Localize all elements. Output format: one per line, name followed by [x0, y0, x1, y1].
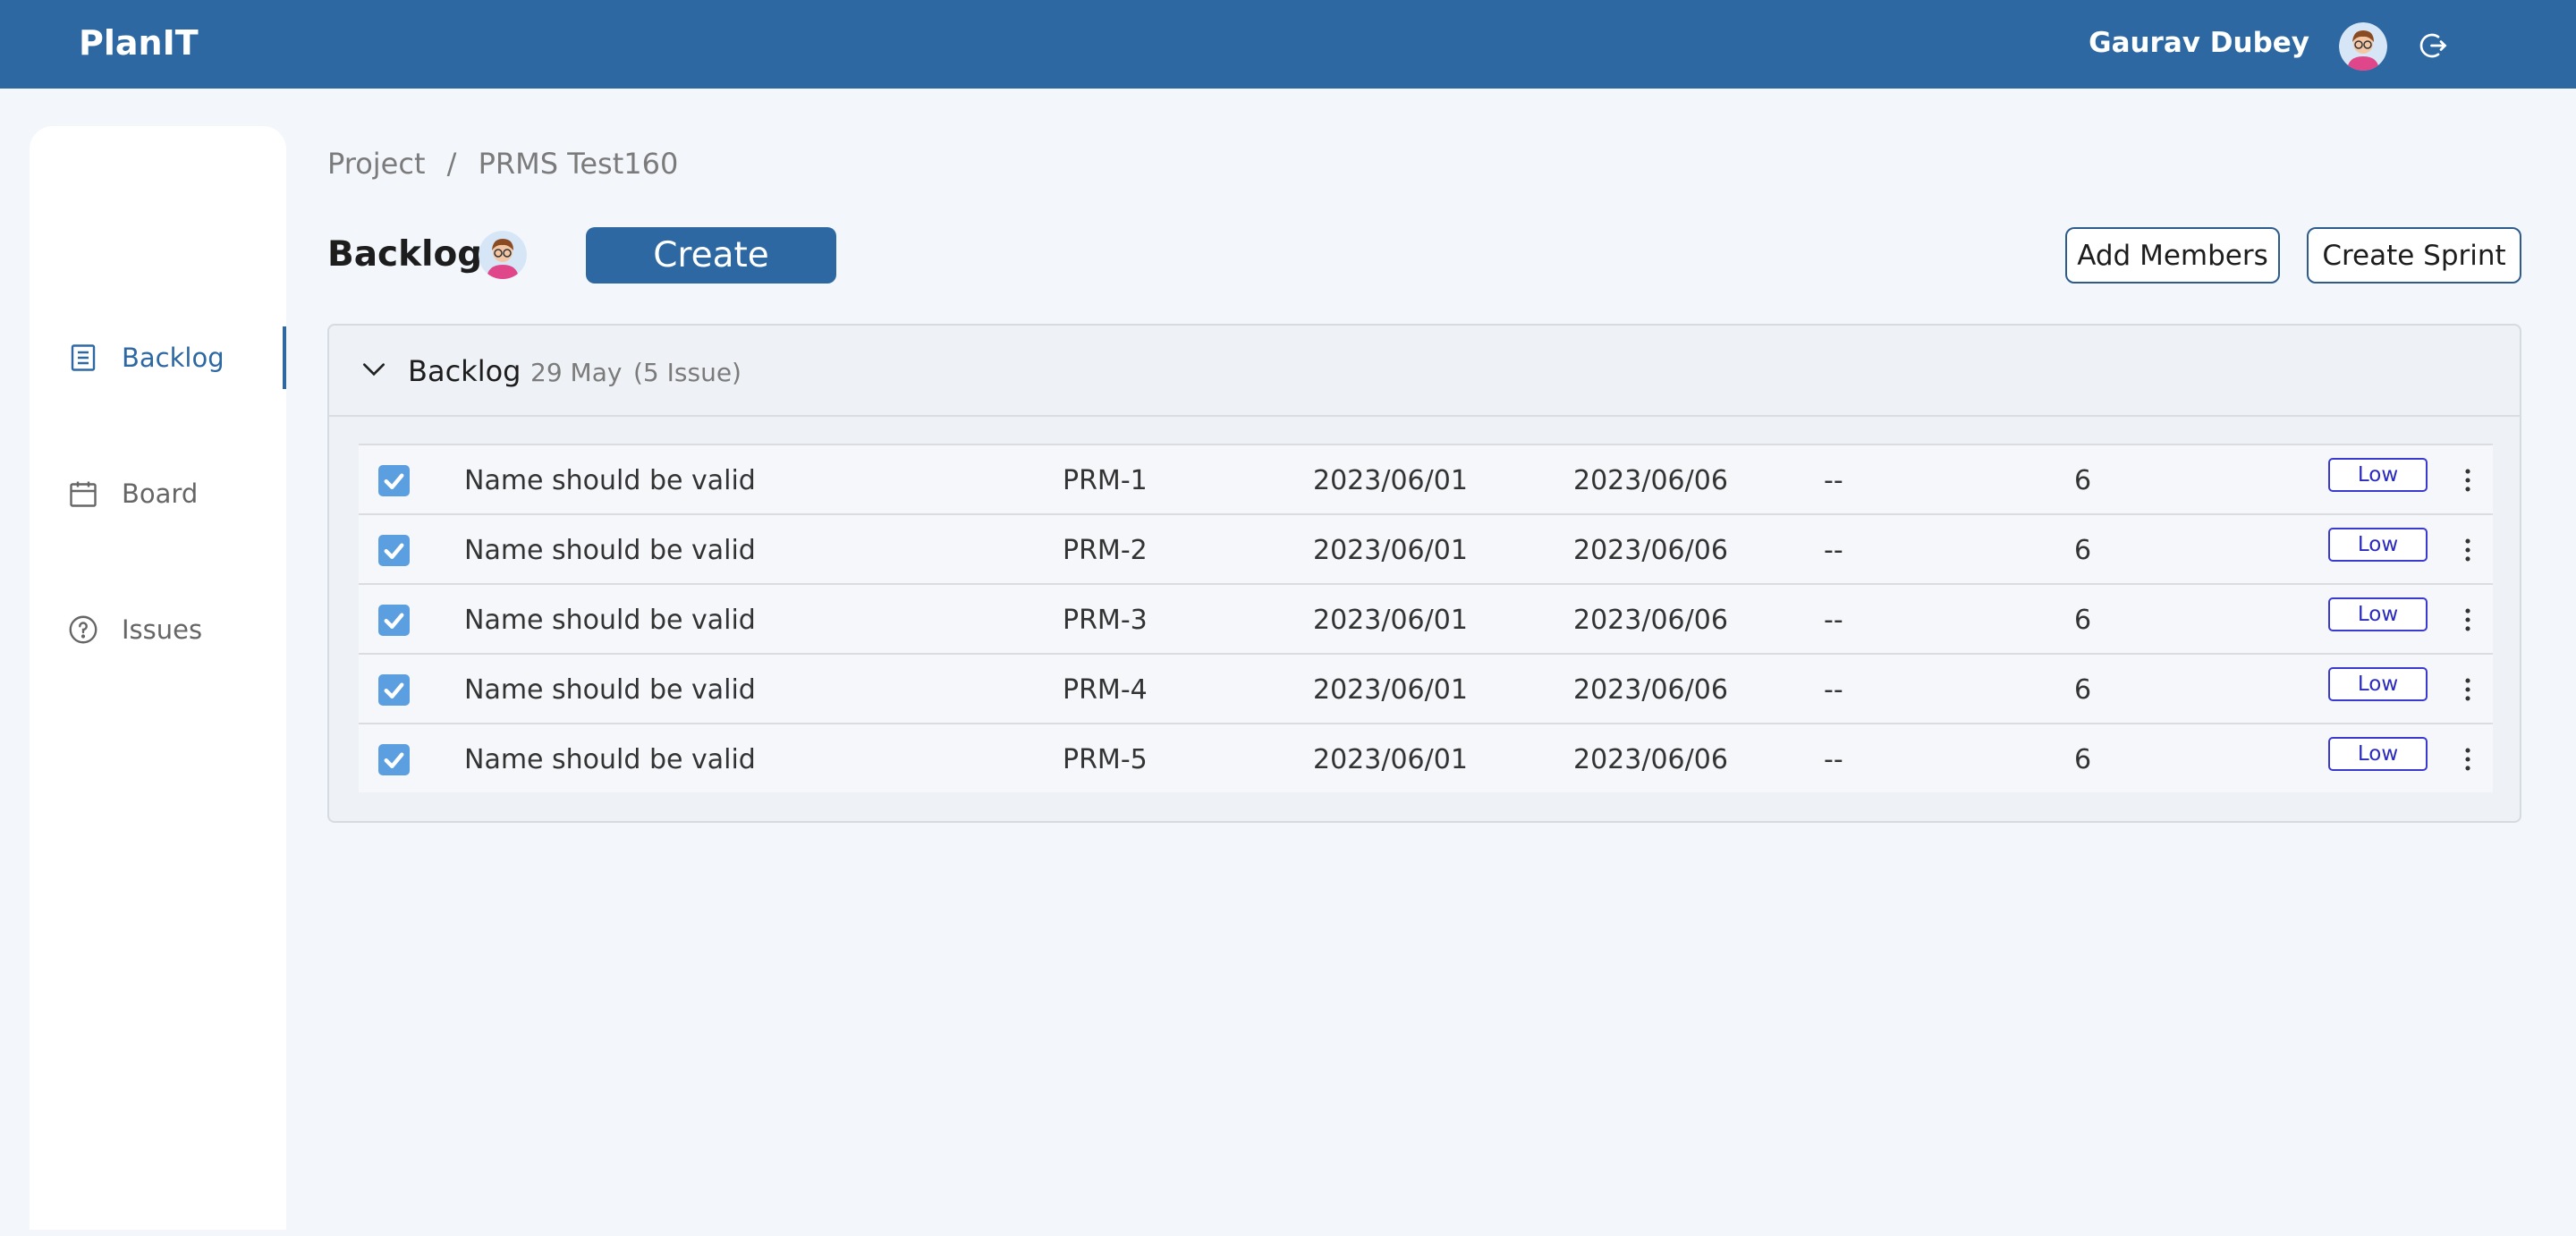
more-vertical-icon[interactable]	[2461, 674, 2475, 705]
backlog-panel: Backlog 29 May (5 Issue) Name should be …	[327, 324, 2521, 823]
table-row[interactable]: Name should be valid PRM-5 2023/06/01 20…	[359, 723, 2493, 792]
row-checkbox[interactable]	[378, 605, 410, 636]
issue-key: PRM-4	[1063, 674, 1148, 706]
issue-points: 6	[2074, 744, 2092, 775]
backlog-section-title: Backlog	[408, 354, 521, 388]
issue-end-date: 2023/06/06	[1573, 744, 1728, 775]
breadcrumb-root[interactable]: Project	[327, 147, 425, 181]
issue-assignee: --	[1824, 535, 1843, 566]
issue-end-date: 2023/06/06	[1573, 535, 1728, 566]
sidebar: Backlog Board Issues	[30, 126, 286, 1230]
breadcrumb-separator: /	[446, 147, 457, 181]
list-icon	[67, 342, 99, 374]
create-sprint-button[interactable]: Create Sprint	[2307, 227, 2521, 284]
table-row[interactable]: Name should be valid PRM-3 2023/06/01 20…	[359, 583, 2493, 653]
sidebar-item-label: Backlog	[122, 343, 225, 373]
avatar-illustration	[2339, 22, 2387, 71]
member-avatar[interactable]	[479, 231, 527, 279]
issue-start-date: 2023/06/01	[1313, 535, 1468, 566]
user-name: Gaurav Dubey	[2089, 27, 2309, 59]
help-circle-icon	[67, 614, 99, 646]
issue-end-date: 2023/06/06	[1573, 674, 1728, 706]
priority-badge[interactable]: Low	[2328, 737, 2428, 771]
breadcrumb: Project / PRMS Test160	[327, 147, 691, 181]
sidebar-item-label: Board	[122, 478, 199, 509]
sidebar-item-backlog[interactable]: Backlog	[30, 326, 286, 389]
issue-start-date: 2023/06/01	[1313, 465, 1468, 496]
table-row[interactable]: Name should be valid PRM-1 2023/06/01 20…	[359, 444, 2493, 513]
issue-assignee: --	[1824, 674, 1843, 706]
backlog-date: 29 May	[530, 358, 623, 387]
issue-points: 6	[2074, 605, 2092, 636]
more-vertical-icon[interactable]	[2461, 465, 2475, 495]
row-checkbox[interactable]	[378, 674, 410, 706]
more-vertical-icon[interactable]	[2461, 744, 2475, 775]
issue-start-date: 2023/06/01	[1313, 605, 1468, 636]
row-checkbox[interactable]	[378, 744, 410, 775]
issue-end-date: 2023/06/06	[1573, 605, 1728, 636]
top-bar: PlanIT Gaurav Dubey	[0, 0, 2576, 89]
table-row[interactable]: Name should be valid PRM-2 2023/06/01 20…	[359, 513, 2493, 583]
more-vertical-icon[interactable]	[2461, 605, 2475, 635]
issue-name: Name should be valid	[464, 744, 756, 775]
issue-name: Name should be valid	[464, 605, 756, 636]
issue-key: PRM-2	[1063, 535, 1148, 566]
issue-key: PRM-5	[1063, 744, 1148, 775]
sidebar-item-issues[interactable]: Issues	[30, 598, 286, 661]
issue-name: Name should be valid	[464, 535, 756, 566]
issue-assignee: --	[1824, 744, 1843, 775]
issue-assignee: --	[1824, 465, 1843, 496]
issue-end-date: 2023/06/06	[1573, 465, 1728, 496]
issue-points: 6	[2074, 535, 2092, 566]
logout-icon[interactable]	[2417, 30, 2449, 62]
issue-name: Name should be valid	[464, 465, 756, 496]
issue-assignee: --	[1824, 605, 1843, 636]
page-title: Backlog	[327, 234, 483, 275]
add-members-button[interactable]: Add Members	[2065, 227, 2280, 284]
issue-start-date: 2023/06/01	[1313, 674, 1468, 706]
table-row[interactable]: Name should be valid PRM-4 2023/06/01 20…	[359, 653, 2493, 723]
more-vertical-icon[interactable]	[2461, 535, 2475, 565]
calendar-icon	[67, 478, 99, 510]
avatar-illustration	[479, 231, 527, 279]
chevron-down-icon[interactable]	[360, 355, 388, 384]
issue-name: Name should be valid	[464, 674, 756, 706]
issue-points: 6	[2074, 465, 2092, 496]
priority-badge[interactable]: Low	[2328, 597, 2428, 631]
backlog-issue-count: (5 Issue)	[633, 358, 741, 387]
issue-key: PRM-1	[1063, 465, 1148, 496]
create-button[interactable]: Create	[586, 227, 836, 284]
issue-list: Name should be valid PRM-1 2023/06/01 20…	[359, 444, 2493, 792]
app-logo[interactable]: PlanIT	[79, 23, 199, 63]
issue-points: 6	[2074, 674, 2092, 706]
priority-badge[interactable]: Low	[2328, 667, 2428, 701]
priority-badge[interactable]: Low	[2328, 528, 2428, 562]
breadcrumb-current: PRMS Test160	[478, 147, 679, 181]
sidebar-item-board[interactable]: Board	[30, 462, 286, 525]
issue-start-date: 2023/06/01	[1313, 744, 1468, 775]
row-checkbox[interactable]	[378, 535, 410, 566]
backlog-panel-header[interactable]: Backlog 29 May (5 Issue)	[329, 326, 2520, 417]
priority-badge[interactable]: Low	[2328, 458, 2428, 492]
user-avatar[interactable]	[2339, 22, 2387, 71]
issue-key: PRM-3	[1063, 605, 1148, 636]
row-checkbox[interactable]	[378, 465, 410, 496]
sidebar-item-label: Issues	[122, 614, 203, 645]
